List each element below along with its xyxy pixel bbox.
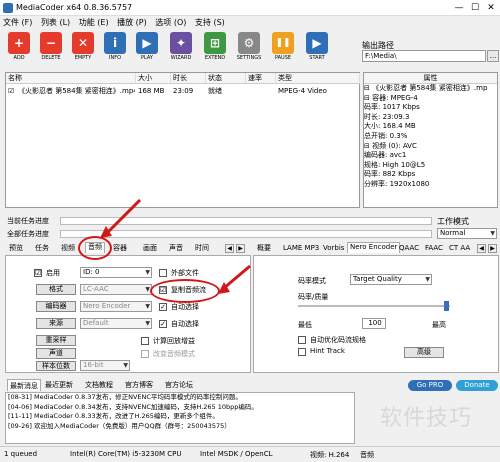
annotation-arrows: [100, 198, 251, 294]
arrow-to-copy-audio: [223, 264, 251, 290]
arrow-to-audio-tab: [106, 198, 142, 234]
